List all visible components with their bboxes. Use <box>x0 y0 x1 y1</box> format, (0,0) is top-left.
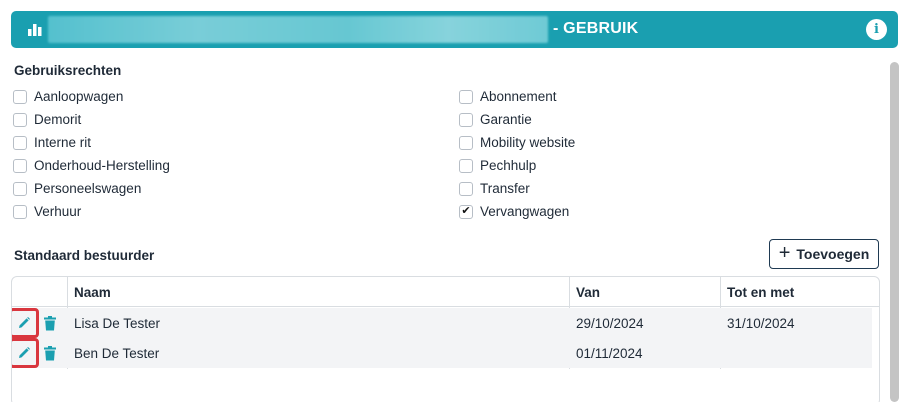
checkbox-row[interactable]: Personeelswagen <box>13 181 141 196</box>
panel-title: - GEBRUIK <box>553 20 639 37</box>
checkbox-label: Personeelswagen <box>34 181 142 196</box>
checkbox-row[interactable]: Verhuur <box>13 204 81 219</box>
checkbox-label: Onderhoud-Herstelling <box>34 158 170 173</box>
table-row[interactable]: Ben De Tester 01/11/2024 <box>12 338 872 368</box>
checkbox-label: Transfer <box>480 181 530 196</box>
delete-button[interactable] <box>43 346 57 362</box>
checkbox[interactable] <box>13 204 27 219</box>
drivers-table: Naam Van Tot en met Lisa De Tester 29/10/… <box>11 276 880 402</box>
column-header-tot[interactable]: Tot en met <box>721 277 871 307</box>
checkbox[interactable] <box>13 89 27 104</box>
checkbox-label: Mobility website <box>480 135 576 150</box>
table-cell-naam: Lisa De Tester <box>74 315 161 331</box>
table-header: Naam Van Tot en met <box>12 277 879 307</box>
pencil-icon <box>19 347 30 358</box>
checkbox[interactable] <box>459 158 473 173</box>
panel-header: - GEBRUIK i <box>11 11 898 48</box>
checkbox-label: Pechhulp <box>480 158 537 173</box>
edit-button[interactable] <box>12 338 39 368</box>
checkbox[interactable] <box>459 135 473 150</box>
column-header-naam[interactable]: Naam <box>68 277 568 307</box>
scrollbar-thumb[interactable] <box>890 62 899 402</box>
add-driver-button[interactable]: + Toevoegen <box>769 239 879 269</box>
table-cell-tot: 31/10/2024 <box>727 315 795 331</box>
trash-icon <box>44 316 56 331</box>
edit-button[interactable] <box>12 308 39 338</box>
checkbox[interactable]: ✔ <box>459 204 473 219</box>
drivers-heading: Standaard bestuurder <box>14 248 155 263</box>
trash-icon <box>44 346 56 361</box>
checkbox-row[interactable]: ✔ Vervangwagen <box>459 204 569 219</box>
checkbox-row[interactable]: Onderhoud-Herstelling <box>13 158 170 173</box>
delete-button[interactable] <box>43 316 57 332</box>
checkbox[interactable] <box>459 89 473 104</box>
checkbox-label: Interne rit <box>34 135 92 150</box>
column-header-van[interactable]: Van <box>570 277 720 307</box>
checkbox[interactable] <box>459 112 473 127</box>
bar-chart-icon <box>28 24 42 36</box>
checkbox[interactable] <box>13 158 27 173</box>
checkbox[interactable] <box>13 135 27 150</box>
rights-heading: Gebruiksrechten <box>14 63 122 78</box>
checkbox-row[interactable]: Pechhulp <box>459 158 536 173</box>
redacted-title <box>48 16 548 43</box>
checkbox-label: Vervangwagen <box>480 204 570 219</box>
checkbox-row[interactable]: Transfer <box>459 181 530 196</box>
checkbox-label: Aanloopwagen <box>34 89 124 104</box>
checkbox-row[interactable]: Mobility website <box>459 135 575 150</box>
add-driver-label: Toevoegen <box>796 246 870 262</box>
checkbox[interactable] <box>459 181 473 196</box>
checkbox-label: Abonnement <box>480 89 557 104</box>
table-cell-van: 01/11/2024 <box>576 345 643 361</box>
info-icon[interactable]: i <box>866 19 887 40</box>
checkbox[interactable] <box>13 181 27 196</box>
checkbox-row[interactable]: Aanloopwagen <box>13 89 123 104</box>
checkbox-row[interactable]: Garantie <box>459 112 532 127</box>
checkbox-row[interactable]: Demorit <box>13 112 81 127</box>
table-row[interactable]: Lisa De Tester 29/10/2024 31/10/2024 <box>12 308 872 338</box>
checkbox-row[interactable]: Abonnement <box>459 89 557 104</box>
table-cell-tot <box>721 338 871 368</box>
checkbox-label: Demorit <box>34 112 82 127</box>
table-cell-naam: Ben De Tester <box>74 345 160 361</box>
plus-icon: + <box>778 242 791 264</box>
checkbox-label: Garantie <box>480 112 532 127</box>
checkbox-row[interactable]: Interne rit <box>13 135 91 150</box>
checkbox-label: Verhuur <box>34 204 82 219</box>
checkbox[interactable] <box>13 112 27 127</box>
table-cell-van: 29/10/2024 <box>576 315 644 331</box>
pencil-icon <box>19 317 30 328</box>
